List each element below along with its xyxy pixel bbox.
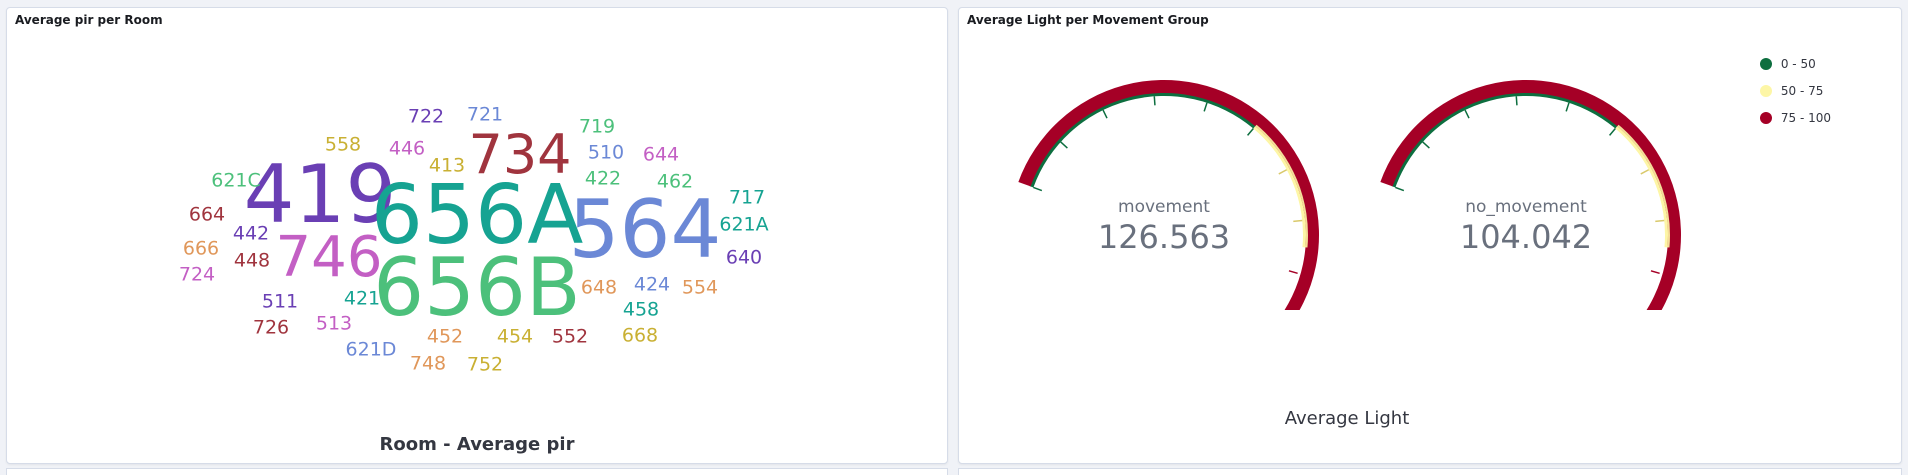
word-cloud-tag[interactable]: 722 xyxy=(408,107,444,127)
word-cloud-tag[interactable]: 719 xyxy=(579,117,615,137)
word-cloud-tag[interactable]: 422 xyxy=(585,169,621,189)
gauge-tick xyxy=(1278,169,1288,175)
gauge-tick xyxy=(1422,141,1430,149)
gauge-band-low xyxy=(1029,92,1256,188)
word-cloud-tag[interactable]: 558 xyxy=(325,135,361,155)
word-cloud-tag[interactable]: 454 xyxy=(497,327,533,347)
gauge-tick xyxy=(1102,109,1108,119)
legend-dot-icon xyxy=(1759,111,1772,124)
panel-title: Average Light per Movement Group xyxy=(967,13,1209,27)
word-cloud-tag[interactable]: 752 xyxy=(467,355,503,375)
legend-item[interactable]: 0 - 50 xyxy=(1759,50,1831,77)
word-cloud-tag[interactable]: 552 xyxy=(552,327,588,347)
word-cloud-tag[interactable]: 554 xyxy=(682,278,718,298)
word-cloud-tag[interactable]: 442 xyxy=(233,224,269,244)
word-cloud-tag[interactable]: 748 xyxy=(410,354,446,374)
word-cloud-tag[interactable]: 513 xyxy=(316,314,352,334)
gauge-tick xyxy=(1565,102,1570,112)
word-cloud-tag[interactable]: 448 xyxy=(234,251,270,271)
word-cloud-tag[interactable]: 721 xyxy=(467,105,503,125)
gauge-band-low xyxy=(1391,92,1618,188)
word-cloud-caption: Room - Average pir xyxy=(379,434,575,455)
gauge-value: 126.563 xyxy=(1097,218,1231,256)
word-cloud-tag[interactable]: 424 xyxy=(634,275,670,295)
gauge-no-movement: no_movement 104.042 xyxy=(1356,60,1696,370)
word-cloud-tag[interactable]: 664 xyxy=(189,205,225,225)
word-cloud-tag[interactable]: 724 xyxy=(179,265,215,285)
pir-word-cloud-panel: Average pir per Room 419 734 656A 656B 564 74… xyxy=(6,7,948,464)
gauge-tick xyxy=(1033,186,1043,192)
word-cloud-tag[interactable]: 462 xyxy=(657,172,693,192)
word-cloud-tag[interactable]: 644 xyxy=(643,145,679,165)
gauge-movement: movement 126.563 xyxy=(994,60,1334,370)
gauge-tick xyxy=(1153,96,1156,106)
legend-item[interactable]: 75 - 100 xyxy=(1759,104,1831,131)
legend-label: 50 - 75 xyxy=(1780,83,1824,98)
word-cloud-tag[interactable]: 510 xyxy=(588,143,624,163)
gauge-legend: 0 - 50 50 - 75 75 - 100 xyxy=(1759,50,1831,131)
word-cloud-tag[interactable]: 640 xyxy=(726,248,762,268)
gauge-label: no_movement xyxy=(1465,197,1587,217)
word-cloud-tag[interactable]: 564 xyxy=(569,190,722,270)
gauge-tick xyxy=(1203,102,1208,112)
word-cloud-tag[interactable]: 656B xyxy=(373,248,581,328)
gauge-tick xyxy=(1608,128,1616,136)
legend-label: 75 - 100 xyxy=(1780,110,1831,125)
gauge-tick xyxy=(1395,186,1405,192)
word-cloud-tag[interactable]: 717 xyxy=(729,188,765,208)
word-cloud-tag[interactable]: 668 xyxy=(622,326,658,346)
word-cloud-tag[interactable]: 458 xyxy=(623,300,659,320)
panel-title: Average pir per Room xyxy=(15,13,163,27)
legend-dot-icon xyxy=(1759,84,1772,97)
word-cloud-tag[interactable]: 421 xyxy=(344,289,380,309)
light-gauge-panel: Average Light per Movement Group movemen… xyxy=(958,7,1902,464)
word-cloud-tag[interactable]: 413 xyxy=(429,156,465,176)
gauge-value-arc xyxy=(1380,80,1681,370)
word-cloud-tag[interactable]: 666 xyxy=(183,239,219,259)
word-cloud-tag[interactable]: 726 xyxy=(253,318,289,338)
gauge-movement-arc xyxy=(1018,80,1319,370)
word-cloud-tag[interactable]: 446 xyxy=(389,139,425,159)
gauge-tick xyxy=(1464,109,1470,119)
word-cloud-tag[interactable]: 746 xyxy=(276,230,383,286)
gauge-tick xyxy=(1650,270,1660,275)
legend-item[interactable]: 50 - 75 xyxy=(1759,77,1831,104)
gauge-tick xyxy=(1640,169,1650,175)
word-cloud-tag[interactable]: 452 xyxy=(427,327,463,347)
legend-label: 0 - 50 xyxy=(1780,56,1816,71)
gauge-caption: Average Light xyxy=(1284,408,1410,429)
gauge-tick xyxy=(1288,270,1298,275)
gauge-value: 104.042 xyxy=(1459,218,1593,256)
gauge-label: movement xyxy=(1118,197,1210,217)
legend-dot-icon xyxy=(1759,57,1772,70)
gauge-tick xyxy=(1515,96,1518,106)
word-cloud-tag[interactable]: 621A xyxy=(719,215,768,235)
gauge-no-movement-arc xyxy=(1380,80,1681,370)
word-cloud-tag[interactable]: 621D xyxy=(346,340,397,360)
gauge-tick xyxy=(1060,141,1068,149)
gauge-value-arc xyxy=(1018,80,1319,370)
word-cloud-tag[interactable]: 648 xyxy=(581,278,617,298)
word-cloud-tag[interactable]: 511 xyxy=(262,292,298,312)
word-cloud-tag[interactable]: 621C xyxy=(211,171,261,191)
gauge-tick xyxy=(1246,128,1254,136)
